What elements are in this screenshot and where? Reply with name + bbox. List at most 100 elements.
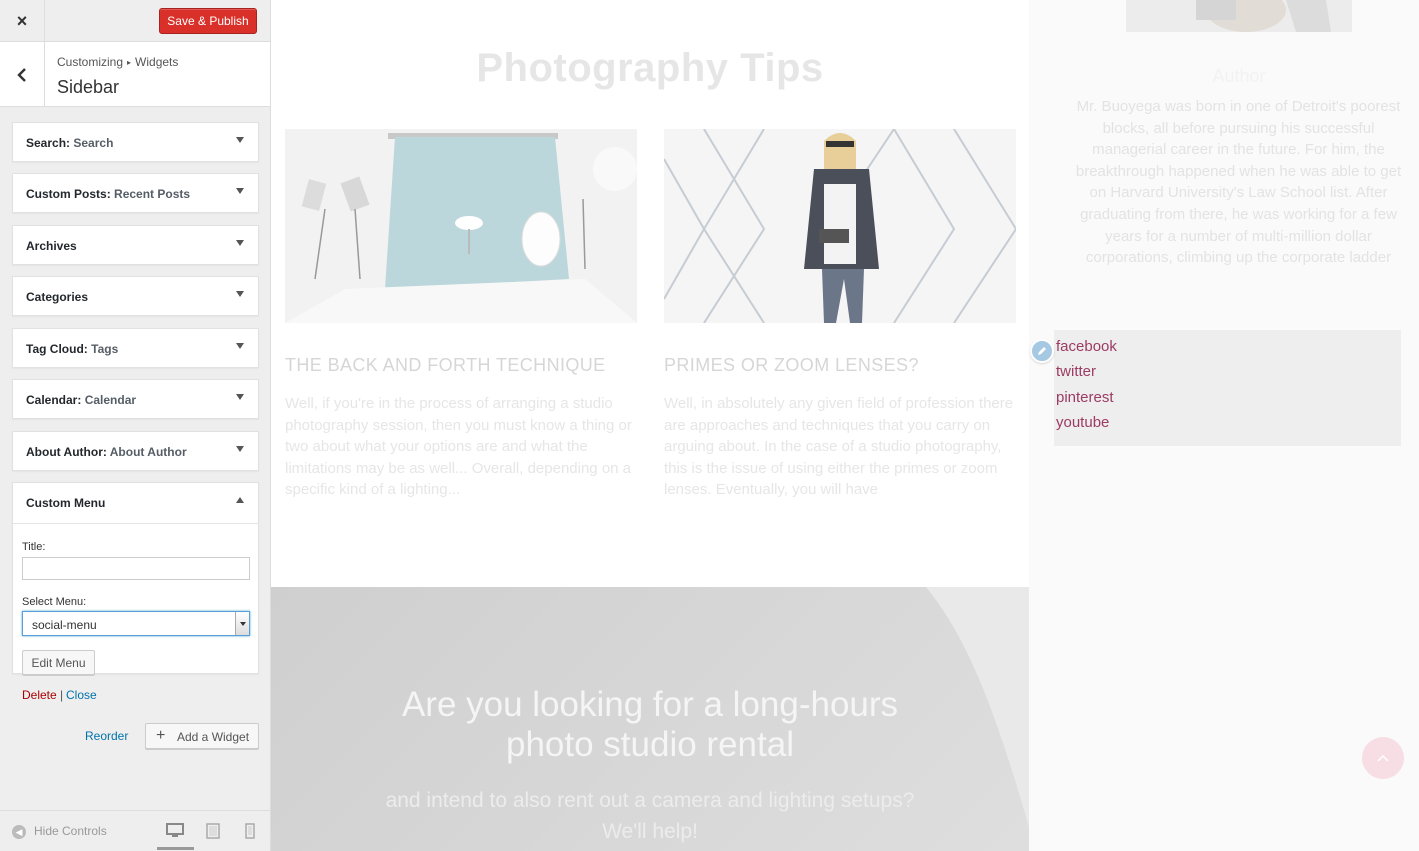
add-widget-label: Add a Widget [177, 730, 250, 744]
customizer-panel: × Save & Publish Customizing ▸ Widgets Sid… [0, 0, 271, 851]
post-image[interactable] [664, 129, 1016, 323]
caret-down-icon[interactable] [236, 291, 244, 297]
main-content: Photography Tips THE BACK AND FORTH TECH… [271, 0, 1029, 587]
delete-widget-link[interactable]: Delete [22, 688, 57, 702]
close-icon: × [16, 10, 28, 31]
tablet-icon[interactable] [206, 823, 220, 839]
widget-instance-title: Tags [91, 342, 119, 356]
mobile-icon[interactable] [245, 823, 255, 839]
edit-menu-button[interactable]: Edit Menu [22, 650, 95, 675]
scroll-to-top-button[interactable] [1362, 737, 1404, 779]
collapse-icon: ◀ [12, 824, 26, 839]
banner-subheading-line: and intend to also rent out a camera and… [385, 789, 915, 812]
widget-type: Archives [26, 239, 77, 253]
post-excerpt: Well, in absolutely any given field of p… [664, 395, 1014, 499]
select-menu-dropdown[interactable]: social-menu [22, 611, 250, 636]
widget-type: About Author [26, 445, 103, 459]
widget-custom-posts[interactable]: Custom Posts: Recent Posts [12, 173, 259, 213]
chevron-left-icon [17, 67, 26, 82]
widget-about-author[interactable]: About Author: About Author [12, 431, 259, 471]
widget-title: About Author: About Author [26, 445, 187, 459]
caret-down-icon[interactable] [236, 343, 244, 349]
active-device-indicator [157, 847, 194, 850]
caret-down-icon[interactable] [236, 240, 244, 246]
widget-title: Search: Search [26, 136, 114, 150]
widget-calendar[interactable]: Calendar: Calendar [12, 379, 259, 419]
post-title-link[interactable]: THE BACK AND FORTH TECHNIQUE [285, 355, 606, 376]
desktop-icon[interactable] [166, 823, 184, 839]
widget-type: Custom Menu [26, 496, 106, 510]
post-title-link[interactable]: PRIMES OR ZOOM LENSES? [664, 355, 919, 376]
social-link-facebook[interactable]: facebook [1056, 338, 1117, 355]
social-link-pinterest[interactable]: pinterest [1056, 389, 1114, 406]
widget-type: Custom Posts [26, 187, 107, 201]
link-separator: | [60, 688, 64, 702]
site-preview: Photography Tips THE BACK AND FORTH TECH… [271, 0, 1419, 851]
widget-type: Categories [26, 290, 89, 304]
widget-custom-menu: Custom Menu Title: Select Menu: social-m… [12, 482, 259, 702]
widget-form: Title: Select Menu: social-menu Edit Men… [13, 523, 258, 702]
reorder-link[interactable]: Reorder [85, 729, 128, 743]
customizer-header: × Save & Publish [0, 0, 270, 42]
widget-title: Custom Posts: Recent Posts [26, 187, 191, 201]
widget-categories[interactable]: Categories [12, 276, 259, 316]
title-input[interactable] [22, 557, 250, 580]
close-customizer-button[interactable]: × [0, 0, 45, 42]
add-widget-button[interactable]: + Add a Widget [145, 723, 259, 749]
caret-down-icon[interactable] [236, 137, 244, 143]
banner-subheading: and intend to also rent out a camera and… [271, 785, 1029, 847]
widget-archives[interactable]: Archives [12, 225, 259, 265]
widget-instance-title: Recent Posts [114, 187, 191, 201]
caret-down-icon[interactable] [236, 394, 244, 400]
widget-search[interactable]: Search: Search [12, 122, 259, 162]
site-sidebar: Author Mr. Buoyega was born in one of De… [1029, 0, 1419, 851]
close-widget-link[interactable]: Close [66, 688, 97, 702]
banner-heading: Are you looking for a long-hours photo s… [271, 685, 1029, 765]
select-menu-value: social-menu [32, 618, 97, 632]
social-link-twitter[interactable]: twitter [1056, 363, 1096, 380]
back-button[interactable] [0, 42, 45, 107]
widget-instance-title: Search [73, 136, 114, 150]
section-title: Sidebar [57, 77, 120, 97]
caret-down-icon[interactable] [236, 446, 244, 452]
author-photo [1126, 0, 1352, 32]
title-label: Title: [22, 541, 46, 553]
edit-shortcut-button[interactable] [1030, 339, 1054, 363]
widget-title: Archives [26, 239, 77, 253]
post-excerpt: Well, if you're in the process of arrang… [285, 395, 632, 499]
breadcrumb-root: Customizing [57, 55, 124, 69]
widget-type: Search [26, 136, 67, 150]
widget-title: Tag Cloud: Tags [26, 342, 119, 356]
promo-banner: Are you looking for a long-hours photo s… [271, 587, 1029, 851]
widget-type: Tag Cloud [26, 342, 84, 356]
fashion-model-image [664, 129, 1016, 323]
social-link-youtube[interactable]: youtube [1056, 414, 1109, 431]
social-menu: facebook twitter pinterest youtube [1054, 330, 1401, 446]
author-widget-title: Author [1212, 66, 1266, 86]
widget-tag-cloud[interactable]: Tag Cloud: Tags [12, 328, 259, 368]
banner-subheading-line: We'll help! [602, 820, 698, 843]
widget-title[interactable]: Custom Menu [26, 496, 105, 510]
banner-heading-line: photo studio rental [506, 725, 794, 764]
dropdown-arrow-icon[interactable] [235, 612, 249, 635]
post-image[interactable] [285, 129, 637, 323]
widget-instance-title: Calendar [84, 393, 137, 407]
section-header: Customizing ▸ Widgets Sidebar [0, 42, 270, 107]
caret-down-icon[interactable] [236, 188, 244, 194]
banner-heading-line: Are you looking for a long-hours [401, 685, 899, 724]
save-publish-button[interactable]: Save & Publish [159, 8, 257, 34]
caret-up-icon[interactable] [236, 497, 244, 503]
breadcrumb-separator-icon: ▸ [127, 58, 132, 67]
chevron-up-icon [1377, 754, 1389, 762]
hide-controls-label: Hide Controls [34, 824, 107, 838]
section-heading: Photography Tips [476, 46, 824, 90]
widget-type: Calendar [26, 393, 78, 407]
widget-instance-title: About Author [109, 445, 187, 459]
pencil-icon [1038, 347, 1046, 355]
author-photo-image [1126, 0, 1352, 32]
select-menu-label: Select Menu: [22, 596, 87, 608]
author-bio: Mr. Buoyega was born in one of Detroit's… [1075, 98, 1402, 267]
hide-controls-button[interactable]: ◀ Hide Controls [12, 824, 107, 839]
widget-title: Calendar: Calendar [26, 393, 137, 407]
customizer-footer: ◀ Hide Controls [0, 810, 270, 851]
